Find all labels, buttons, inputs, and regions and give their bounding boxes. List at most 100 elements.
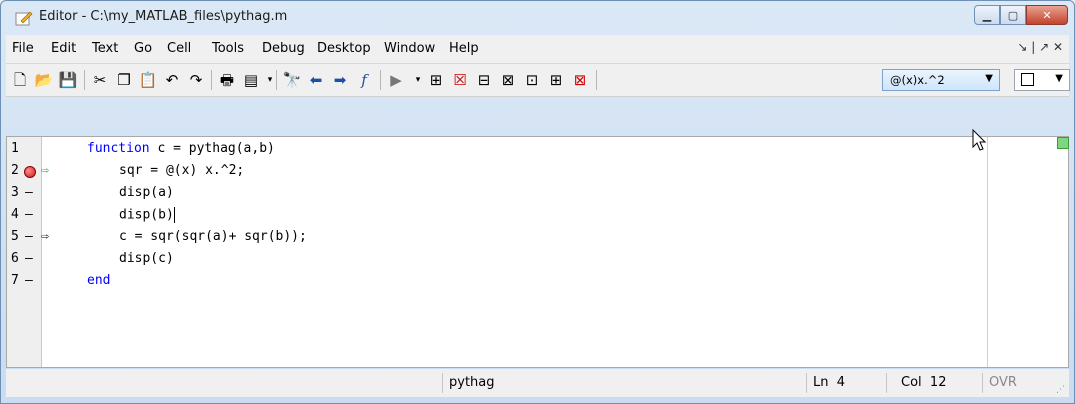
- line-number: 1: [11, 141, 19, 156]
- executable-line-marker[interactable]: –: [25, 185, 33, 200]
- back-arrow-icon[interactable]: ⬅: [306, 70, 326, 90]
- function-browser-icon[interactable]: f: [354, 70, 374, 90]
- menu-debug[interactable]: Debug: [262, 41, 305, 56]
- code-line[interactable]: 3 – disp(a): [7, 183, 982, 205]
- chevron-down-icon[interactable]: ▾: [408, 70, 428, 90]
- menu-text[interactable]: Text: [92, 41, 118, 56]
- clear-breakpoints-icon[interactable]: ☒: [450, 70, 470, 90]
- keyword: function: [87, 141, 150, 156]
- col-label: Col: [901, 375, 922, 390]
- function-stack-value: @(x)x.^2: [890, 73, 945, 87]
- code-line[interactable]: 1 function c = pythag(a,b): [7, 139, 982, 161]
- line-number: 2: [11, 163, 19, 178]
- menu-go[interactable]: Go: [134, 41, 152, 56]
- menu-tools[interactable]: Tools: [212, 41, 244, 56]
- redo-icon[interactable]: ↷: [186, 70, 206, 90]
- col-value: 12: [929, 375, 947, 390]
- maximize-icon: ▢: [1007, 8, 1019, 22]
- code-line[interactable]: 2 ⇨ sqr = @(x) x.^2;: [7, 161, 982, 183]
- exit-debug-icon[interactable]: ⊠: [570, 70, 590, 90]
- overwrite-mode-indicator: OVR: [982, 373, 1027, 393]
- undo-icon[interactable]: ↶: [162, 70, 182, 90]
- executable-line-marker[interactable]: –: [25, 251, 33, 266]
- menu-cell[interactable]: Cell: [167, 41, 191, 56]
- forward-arrow-icon[interactable]: ➡: [330, 70, 350, 90]
- column-indicator: Col 12: [886, 373, 981, 393]
- toolbar: 🗋 📂 💾 ✂ ❐ 📋 ↶ ↷ 🖶 ▤ ▾ 🔭 ⬅ ➡ f ▶ ▾ ⊞ ☒ ⊟ …: [6, 64, 1070, 97]
- code-text: function c = pythag(a,b): [87, 141, 275, 156]
- line-number: 6: [11, 251, 19, 266]
- minimize-icon: ▁: [982, 8, 992, 22]
- breakpoint-icon[interactable]: [24, 166, 36, 178]
- chevron-down-icon: ▼: [1055, 73, 1063, 84]
- maximize-button[interactable]: ▢: [1000, 5, 1026, 25]
- new-file-icon[interactable]: 🗋: [10, 70, 30, 90]
- continue-icon[interactable]: ⊞: [546, 70, 566, 90]
- close-button[interactable]: ✕: [1026, 5, 1068, 25]
- publish-icon[interactable]: ▤: [241, 70, 261, 90]
- set-breakpoint-icon[interactable]: ⊞: [426, 70, 446, 90]
- menu-edit[interactable]: Edit: [51, 41, 76, 56]
- code-text: disp(c): [119, 251, 174, 266]
- keyword: end: [87, 273, 111, 288]
- run-icon[interactable]: ▶: [386, 70, 406, 90]
- resize-grip-icon[interactable]: ⋰: [1056, 385, 1065, 395]
- executable-line-marker[interactable]: –: [25, 273, 33, 288]
- print-icon[interactable]: 🖶: [217, 70, 237, 90]
- menu-file[interactable]: File: [12, 41, 34, 56]
- line-number: 3: [11, 185, 19, 200]
- code-text: disp(b): [119, 207, 175, 223]
- close-icon: ✕: [1042, 8, 1052, 22]
- copy-icon[interactable]: ❐: [114, 70, 134, 90]
- minimize-button[interactable]: ▁: [974, 5, 1000, 25]
- cell-mode-combo[interactable]: ▼: [1014, 69, 1070, 91]
- paste-icon[interactable]: 📋: [138, 70, 158, 90]
- code-text: sqr = @(x) x.^2;: [119, 163, 245, 178]
- toolbar-separator: [276, 70, 277, 90]
- save-icon[interactable]: 💾: [58, 70, 78, 90]
- step-out-icon[interactable]: ⊡: [522, 70, 542, 90]
- code-line[interactable]: 6 – disp(c): [7, 249, 982, 271]
- chevron-down-icon: ▼: [985, 73, 993, 84]
- menu-desktop[interactable]: Desktop: [317, 41, 371, 56]
- current-function-status: pythag: [442, 373, 802, 393]
- menu-window[interactable]: Window: [384, 41, 435, 56]
- code-rest: disp(b): [119, 207, 174, 223]
- step-in-icon[interactable]: ⊠: [498, 70, 518, 90]
- menu-help[interactable]: Help: [449, 41, 479, 56]
- line-number: 5: [11, 229, 19, 244]
- dock-undock-close-controls[interactable]: ↘ | ↗ ✕: [1017, 40, 1063, 54]
- toolbar-separator: [596, 70, 597, 90]
- mouse-pointer-icon: [972, 129, 987, 151]
- line-indicator: Ln 4: [806, 373, 886, 393]
- execution-arrow-icon: ⇨: [41, 163, 49, 178]
- ln-value: 4: [836, 375, 846, 390]
- window-title: Editor - C:\my_MATLAB_files\pythag.m: [39, 9, 288, 24]
- ln-label: Ln: [813, 375, 829, 390]
- find-binoculars-icon[interactable]: 🔭: [282, 70, 302, 90]
- chevron-down-icon[interactable]: ▾: [260, 70, 280, 90]
- executable-line-marker[interactable]: –: [25, 207, 33, 222]
- caller-arrow-icon: ⇨: [41, 229, 49, 244]
- code-editor[interactable]: 1 function c = pythag(a,b) 2 ⇨ sqr = @(x…: [6, 136, 1069, 368]
- title-bar[interactable]: Editor - C:\my_MATLAB_files\pythag.m ▁ ▢…: [1, 1, 1074, 35]
- code-text: disp(a): [119, 185, 174, 200]
- checkbox-square-icon: [1021, 73, 1034, 86]
- status-bar: pythag Ln 4 Col 12 OVR ⋰: [6, 369, 1069, 397]
- code-line[interactable]: 5 – ⇨ c = sqr(sqr(a)+ sqr(b));: [7, 227, 982, 249]
- code-line[interactable]: 4 – disp(b): [7, 205, 982, 227]
- line-number: 7: [11, 273, 19, 288]
- code-analyzer-status-icon[interactable]: [1057, 137, 1069, 149]
- executable-line-marker[interactable]: –: [25, 229, 33, 244]
- window-controls: ▁ ▢ ✕: [974, 5, 1068, 25]
- right-text-limit-line: [987, 137, 988, 367]
- menu-bar: File Edit Text Go Cell Tools Debug Deskt…: [6, 35, 1069, 64]
- function-stack-combo[interactable]: @(x)x.^2 ▼: [882, 69, 1000, 91]
- toolbar-separator: [84, 70, 85, 90]
- code-line[interactable]: 7 – end: [7, 271, 982, 293]
- code-text: c = sqr(sqr(a)+ sqr(b));: [119, 229, 307, 244]
- cut-icon[interactable]: ✂: [90, 70, 110, 90]
- step-icon[interactable]: ⊟: [474, 70, 494, 90]
- toolbar-separator: [211, 70, 212, 90]
- open-folder-icon[interactable]: 📂: [34, 70, 54, 90]
